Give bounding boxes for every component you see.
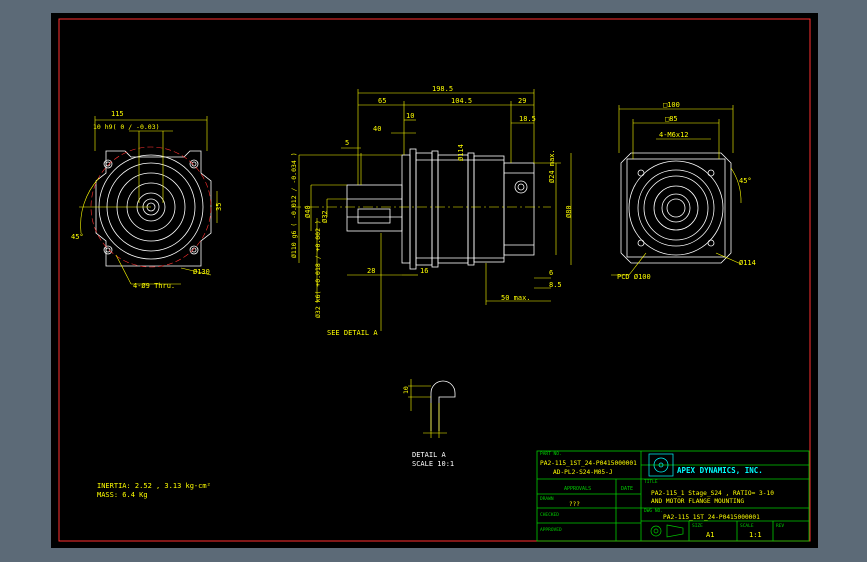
tb-company: APEX DYNAMICS, INC. [677,466,763,475]
mass-note: MASS: 6.4 Kg [97,491,148,499]
tb-rev-label: REV [776,523,784,529]
tb-part-no-2: AD-PL2-S24-M05-J [553,469,613,476]
left-holes-note: 4-Ø9 Thru. [133,282,175,290]
side-max50: 50 max. [501,294,531,302]
side-dim-40: 40 [373,125,381,133]
tb-approved: APPROVED [540,527,562,533]
side-overall: 198.5 [432,85,453,93]
side-d32: Ø32 [321,210,329,223]
side-dim-10: 10 [406,112,414,120]
tb-title-1: PA2-115_1 Stage_S24 , RATIO= 3-10 [651,490,774,497]
tb-part-no-label: PART NO. [540,451,562,457]
side-d80: Ø80 [565,205,573,218]
tb-size: A1 [706,531,714,539]
tb-title-2: AND MOTOR FLANGE MOUNTING [651,498,744,505]
tb-date: DATE [621,486,633,492]
right-sq85: □85 [665,115,678,123]
tb-scale: 1:1 [749,531,762,539]
side-d114: Ø114 [457,144,465,161]
tb-scale-label: SCALE [740,523,754,529]
side-dim-18-5: 18.5 [519,115,536,123]
detail-a-dims [408,379,447,438]
tb-dwg-no: PA2-115_1ST_24-P0415000001 [663,514,760,521]
tb-checked: CHECKED [540,512,559,518]
side-dim-28: 28 [367,267,375,275]
left-dim-width: 115 [111,110,124,118]
drawing-sheet: 115 10 h9( 0 / -0.03) 35 45° Ø130 4-Ø9 T… [51,13,818,548]
right-view [620,152,732,264]
side-dim-5: 5 [345,139,349,147]
detail-a-view [430,380,456,431]
side-d110: Ø110 g6 ( -0.012 / -0.034 ) [290,152,298,258]
left-dim-height: 35 [215,203,223,211]
tb-part-no-1: PA2-115_1ST_24-P0415000001 [540,460,637,467]
tb-approvals: APPROVALS [564,486,591,492]
side-d24max: Ø24 max. [548,149,556,183]
cad-viewport: 115 10 h9( 0 / -0.03) 35 45° Ø130 4-Ø9 T… [0,0,867,562]
left-bolt-dia: Ø130 [193,268,210,276]
side-seg-65: 65 [378,97,386,105]
side-seg-104: 104.5 [451,97,472,105]
detail-label: DETAIL A [412,451,447,459]
tb-title-label: TITLE [644,479,658,485]
side-dim-6: 6 [549,269,553,277]
tb-drawn: DRAWN [540,496,554,502]
detail-scale: SCALE 10:1 [412,460,454,468]
side-dim-8-5: 8.5 [549,281,562,289]
right-pcd: PCD Ø100 [617,273,651,281]
detail-dim: 10 [402,386,410,394]
tb-dwg-no-label: DWG NO. [644,508,663,514]
right-angle: 45° [739,177,752,185]
tb-drawn-val: ??? [569,501,580,508]
projection-symbol-icon [650,524,684,538]
side-view [346,148,535,270]
side-seg-29: 29 [518,97,526,105]
side-dim-16: 16 [420,267,428,275]
see-detail-a: SEE DETAIL A [327,329,378,337]
right-d114: Ø114 [739,259,756,267]
tb-size-label: SIZE [692,523,703,529]
left-dim-pilot: 10 h9( 0 / -0.03) [93,123,160,131]
right-holes: 4-M6x12 [659,131,689,139]
drawing-svg: 115 10 h9( 0 / -0.03) 35 45° Ø130 4-Ø9 T… [58,18,811,542]
left-angle: 45° [71,233,84,241]
inertia-note: INERTIA: 2.52 , 3.13 kg-cm² [97,482,211,490]
side-d32k6: Ø32 k6( +0.018 / +0.002 ) [314,220,322,318]
side-d40: Ø40 [304,205,312,218]
right-sq100: □100 [663,101,680,109]
